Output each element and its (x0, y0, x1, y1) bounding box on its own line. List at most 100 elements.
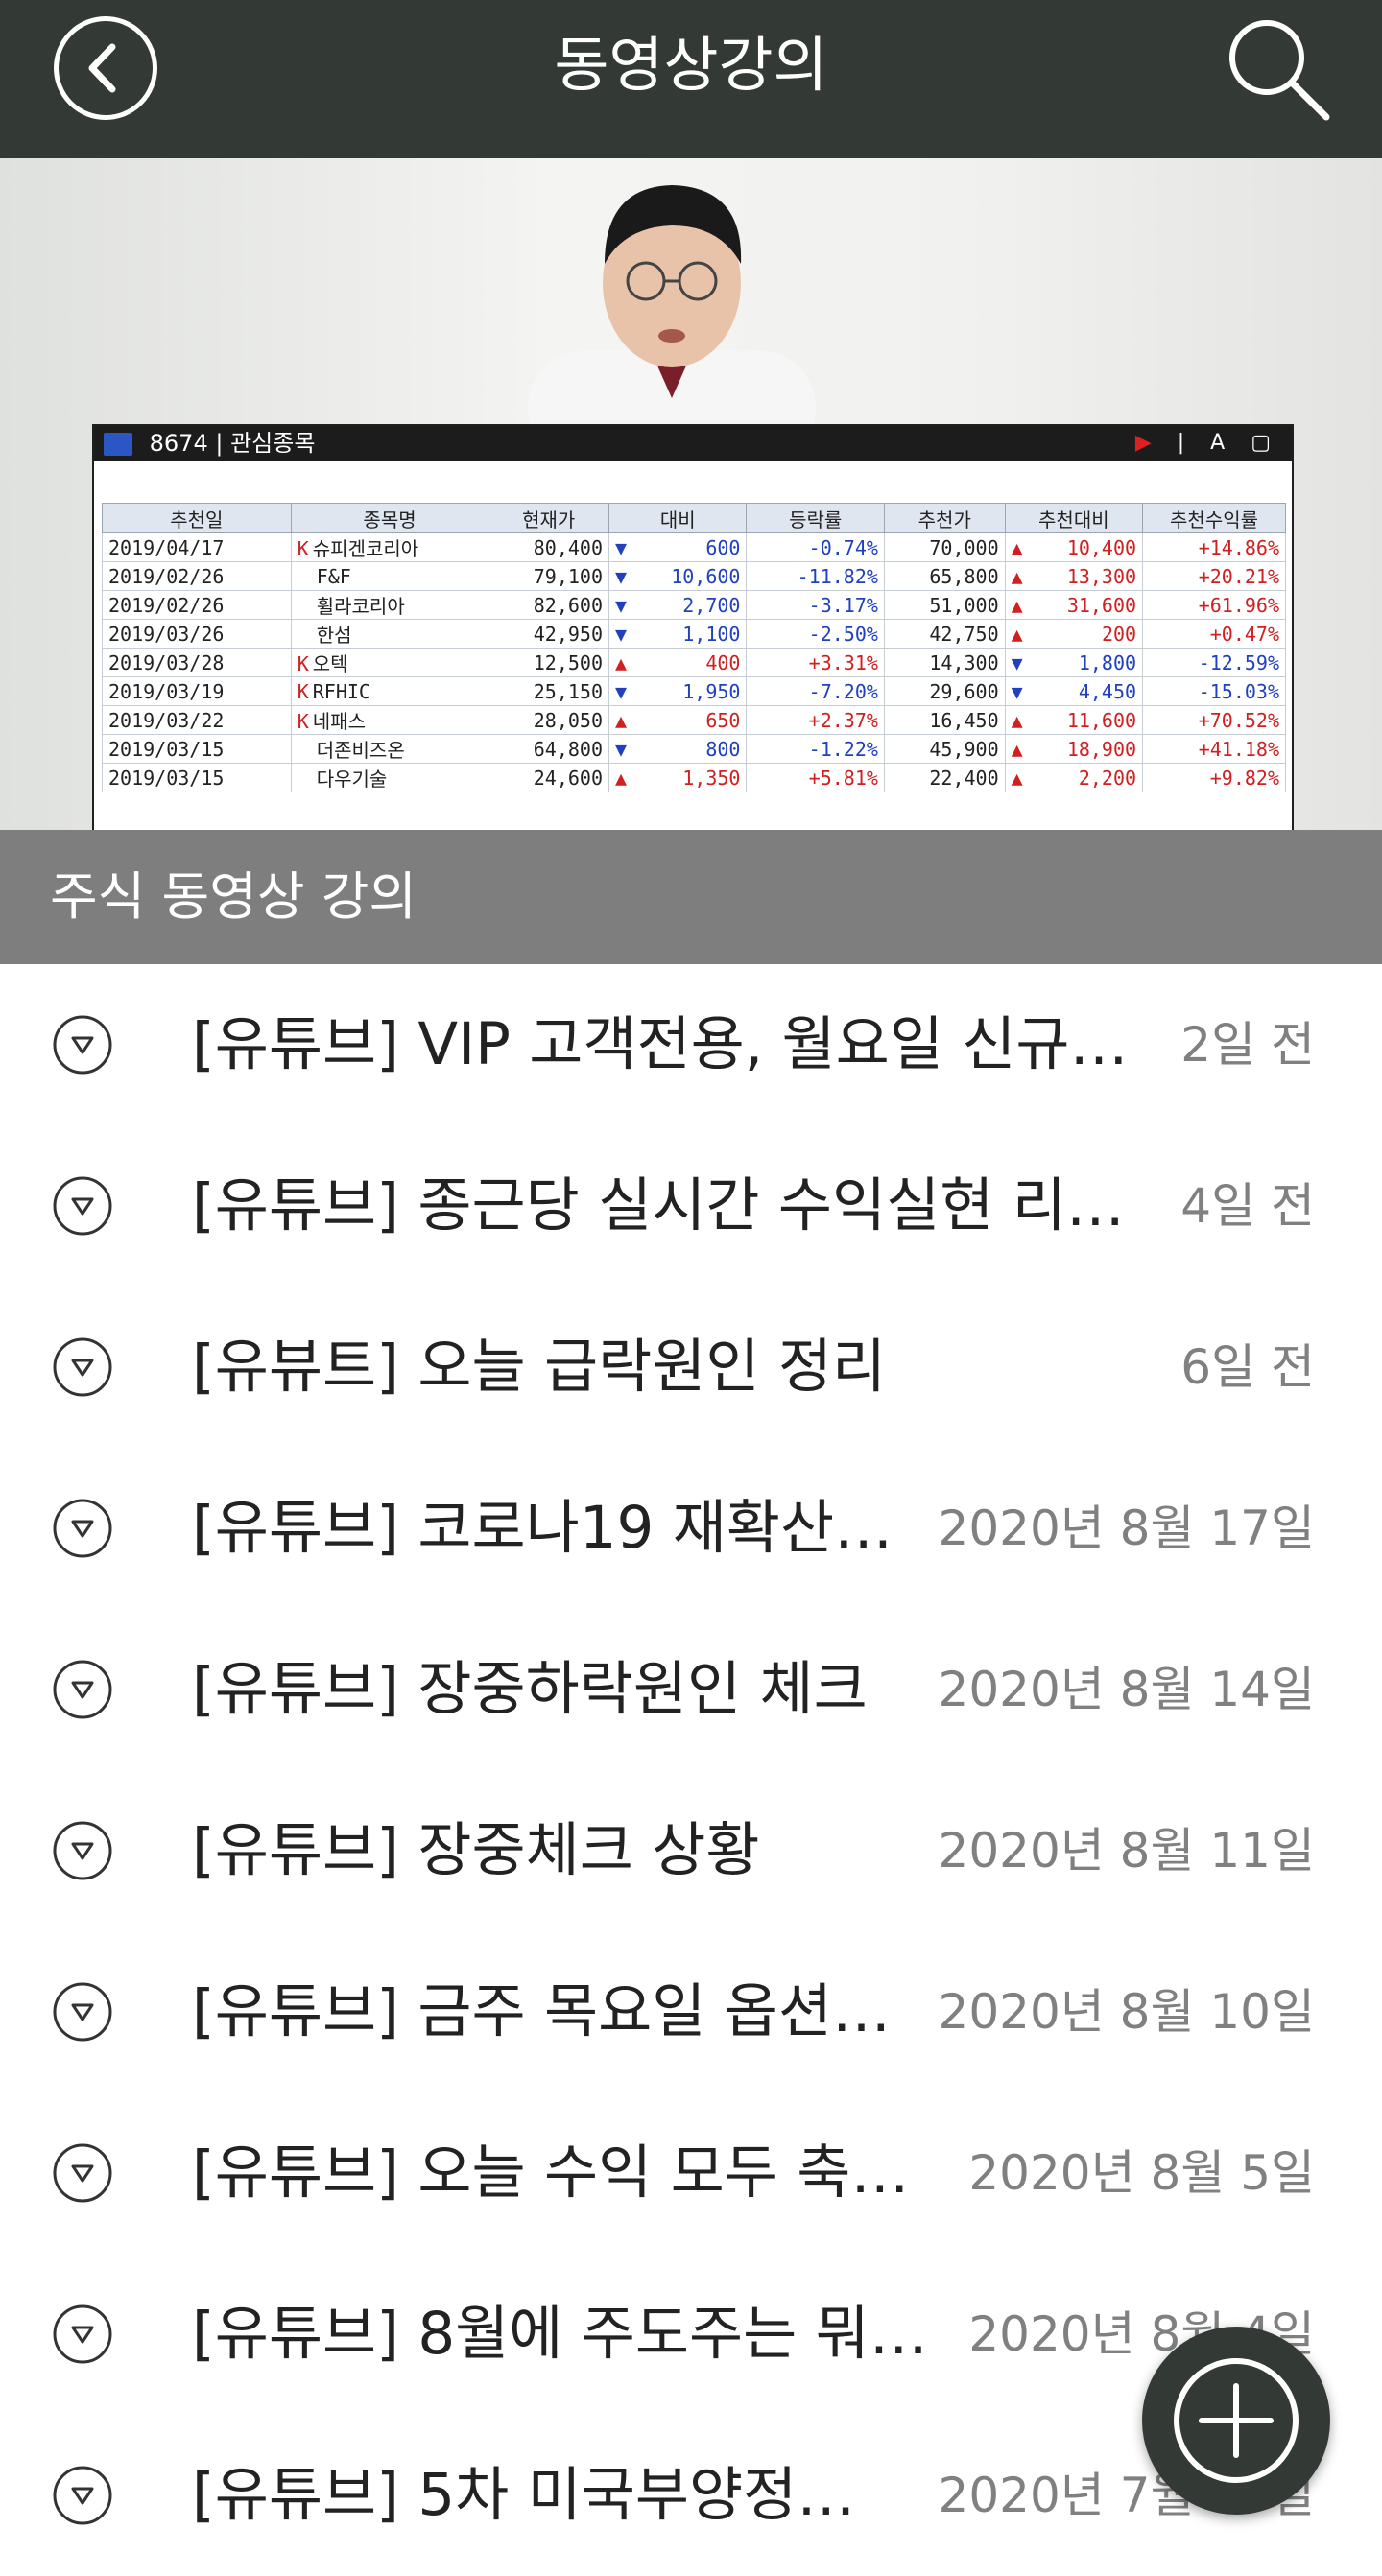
expand-circle-icon (53, 1176, 112, 1236)
stock-cell-diff: ▼ 10,600 (608, 561, 748, 591)
video-list-item[interactable]: [유튜브] 코로나19 재확산, 이... 2020년 8월 17일 (0, 1448, 1382, 1609)
expand-circle-icon (53, 1015, 112, 1075)
page-title: 동영상강의 (554, 30, 828, 100)
stock-cell-rec: 51,000 (883, 590, 1006, 620)
stock-cell-date: 2019/02/26 (102, 561, 292, 591)
banner-caption: 주식 동영상 강의 (50, 866, 417, 927)
stock-cell-price: 24,600 (488, 763, 610, 792)
video-list-item[interactable]: [유튜브] 오늘 수익 모두 축하... 2020년 8월 5일 (0, 2092, 1382, 2254)
panel-controls: ▶ | A ▢ (1134, 431, 1280, 455)
stock-cell-rate: -11.82% (746, 561, 885, 591)
stock-cell-rate: -7.20% (746, 676, 885, 706)
stock-cell-name: 휠라코리아 (290, 590, 489, 620)
stock-column-header: 종목명 (290, 503, 489, 533)
video-list-item[interactable]: [유튜브] VIP 고객전용, 월요일 신규종... 2일 전 (0, 964, 1382, 1125)
stock-cell-rdiff: ▼ 4,450 (1004, 676, 1144, 706)
stock-column-header: 추천가 (883, 503, 1006, 533)
stock-cell-ret: +0.47% (1142, 619, 1286, 649)
stock-row: 2019/02/26 휠라코리아 82,600 ▼ 2,700 -3.17% 51,000 ▲… (102, 590, 1286, 620)
panel-code: 8674 (149, 430, 208, 457)
video-date: 4일 전 (1180, 1178, 1315, 1234)
panel-header: 8674 | 관심종목 ▶ | A ▢ (94, 426, 1292, 461)
video-title: [유튜브] 금주 목요일 옵션만... (192, 1977, 900, 2045)
stock-cell-name: 다우기술 (290, 763, 489, 792)
video-date: 6일 전 (1180, 1339, 1315, 1395)
stock-column-header: 대비 (608, 503, 748, 533)
stock-row: 2019/03/22 K 네패스 28,050 ▲ 650 +2.37% 16,450 ▲ 11,… (102, 705, 1286, 735)
stock-cell-rate: +5.81% (746, 763, 885, 792)
stock-cell-date: 2019/03/22 (102, 705, 292, 735)
stock-cell-price: 28,050 (488, 705, 610, 735)
video-title: [유튜브] 8월에 주도주는 뭐가 ... (192, 2300, 931, 2368)
stock-cell-rdiff: ▼ 1,800 (1004, 648, 1144, 677)
video-title: [유튜브] 장중체크 상황 (192, 1816, 760, 1884)
stock-cell-rec: 70,000 (883, 532, 1006, 562)
stock-column-header: 추천대비 (1004, 503, 1144, 533)
search-icon (1229, 20, 1330, 121)
stock-cell-rec: 14,300 (883, 648, 1006, 677)
stock-cell-rdiff: ▲ 2,200 (1004, 763, 1144, 792)
stock-cell-date: 2019/03/19 (102, 676, 292, 706)
video-list-item[interactable]: [유튜브] 금주 목요일 옵션만... 2020년 8월 10일 (0, 1931, 1382, 2092)
stock-cell-rec: 65,800 (883, 561, 1006, 591)
expand-circle-icon (53, 1337, 112, 1397)
stock-row: 2019/03/15 다우기술 24,600 ▲ 1,350 +5.81% 22,400 ▲ 2… (102, 763, 1286, 792)
stock-cell-rdiff: ▲ 11,600 (1004, 705, 1144, 735)
stock-cell-price: 12,500 (488, 648, 610, 677)
stock-cell-rate: +3.31% (746, 648, 885, 677)
stock-cell-rec: 29,600 (883, 676, 1006, 706)
video-list-item[interactable]: [유튜브] 장중하락원인 체크 2020년 8월 14일 (0, 1609, 1382, 1770)
video-date: 2020년 8월 11일 (938, 1823, 1315, 1879)
search-button[interactable] (1219, 10, 1334, 125)
stock-cell-date: 2019/03/26 (102, 619, 292, 649)
stock-cell-rdiff: ▲ 200 (1004, 619, 1144, 649)
stock-column-header: 현재가 (488, 503, 610, 533)
stock-cell-diff: ▲ 1,350 (608, 763, 748, 792)
stock-cell-date: 2019/03/15 (102, 763, 292, 792)
stock-cell-name: 더존비즈온 (290, 734, 489, 764)
stock-cell-diff: ▲ 400 (608, 648, 748, 677)
expand-circle-icon (53, 1499, 112, 1558)
add-circle-icon (1174, 2358, 1299, 2483)
stock-cell-ret: -12.59% (1142, 648, 1286, 677)
stock-row: 2019/03/26 한섬 42,950 ▼ 1,100 -2.50% 42,750 ▲ 200… (102, 619, 1286, 649)
stock-column-header: 추천일 (102, 503, 292, 533)
stock-watchlist-panel: 8674 | 관심종목 ▶ | A ▢ 추천일 종목명 현재가 대비 등락률 추천가 추천대… (92, 424, 1294, 830)
add-button[interactable] (1142, 2327, 1330, 2515)
expand-circle-icon (53, 1821, 112, 1880)
video-list-item[interactable]: [유뷰트] 오늘 급락원인 정리 6일 전 (0, 1287, 1382, 1448)
stock-cell-date: 2019/04/17 (102, 532, 292, 562)
stock-cell-diff: ▼ 2,700 (608, 590, 748, 620)
stock-cell-price: 25,150 (488, 676, 610, 706)
stock-cell-diff: ▼ 1,100 (608, 619, 748, 649)
stock-cell-name: K 슈피겐코리아 (290, 532, 489, 562)
stock-cell-ret: +9.82% (1142, 763, 1286, 792)
video-title: [유튜브] VIP 고객전용, 월요일 신규종... (192, 1010, 1143, 1078)
video-date: 2020년 8월 14일 (938, 1662, 1315, 1717)
app-logo-icon (104, 433, 132, 456)
video-title: [유뷰트] 오늘 급락원인 정리 (192, 1333, 887, 1401)
stock-cell-rdiff: ▲ 31,600 (1004, 590, 1144, 620)
stock-cell-rate: +2.37% (746, 705, 885, 735)
stock-cell-price: 64,800 (488, 734, 610, 764)
stock-cell-date: 2019/03/28 (102, 648, 292, 677)
featured-video-thumbnail[interactable]: 8674 | 관심종목 ▶ | A ▢ 추천일 종목명 현재가 대비 등락률 추천가 추천대… (0, 158, 1382, 830)
stock-cell-price: 42,950 (488, 619, 610, 649)
stock-cell-rate: -0.74% (746, 532, 885, 562)
video-title: [유튜브] 코로나19 재확산, 이... (192, 1494, 900, 1562)
stock-cell-name: F&F (290, 561, 489, 591)
stock-cell-rec: 45,900 (883, 734, 1006, 764)
stock-cell-diff: ▼ 1,950 (608, 676, 748, 706)
video-list-item[interactable]: [유튜브] 종근당 실시간 수익실현 리딩... 4일 전 (0, 1125, 1382, 1287)
stock-cell-ret: -15.03% (1142, 676, 1286, 706)
video-list-item[interactable]: [유튜브] 장중체크 상황 2020년 8월 11일 (0, 1770, 1382, 1931)
stock-cell-rate: -1.22% (746, 734, 885, 764)
video-date: 2일 전 (1180, 1017, 1315, 1073)
stock-table: 추천일 종목명 현재가 대비 등락률 추천가 추천대비 추천수익률 2019/04/17 K 슈피… (102, 503, 1286, 792)
video-title: [유튜브] 장중하락원인 체크 (192, 1655, 868, 1723)
video-date: 2020년 8월 5일 (968, 2145, 1315, 2201)
presenter-image (528, 185, 816, 446)
stock-cell-price: 80,400 (488, 532, 610, 562)
stock-cell-rec: 16,450 (883, 705, 1006, 735)
stock-row: 2019/02/26 F&F 79,100 ▼ 10,600 -11.82% 65,800 ▲… (102, 561, 1286, 591)
